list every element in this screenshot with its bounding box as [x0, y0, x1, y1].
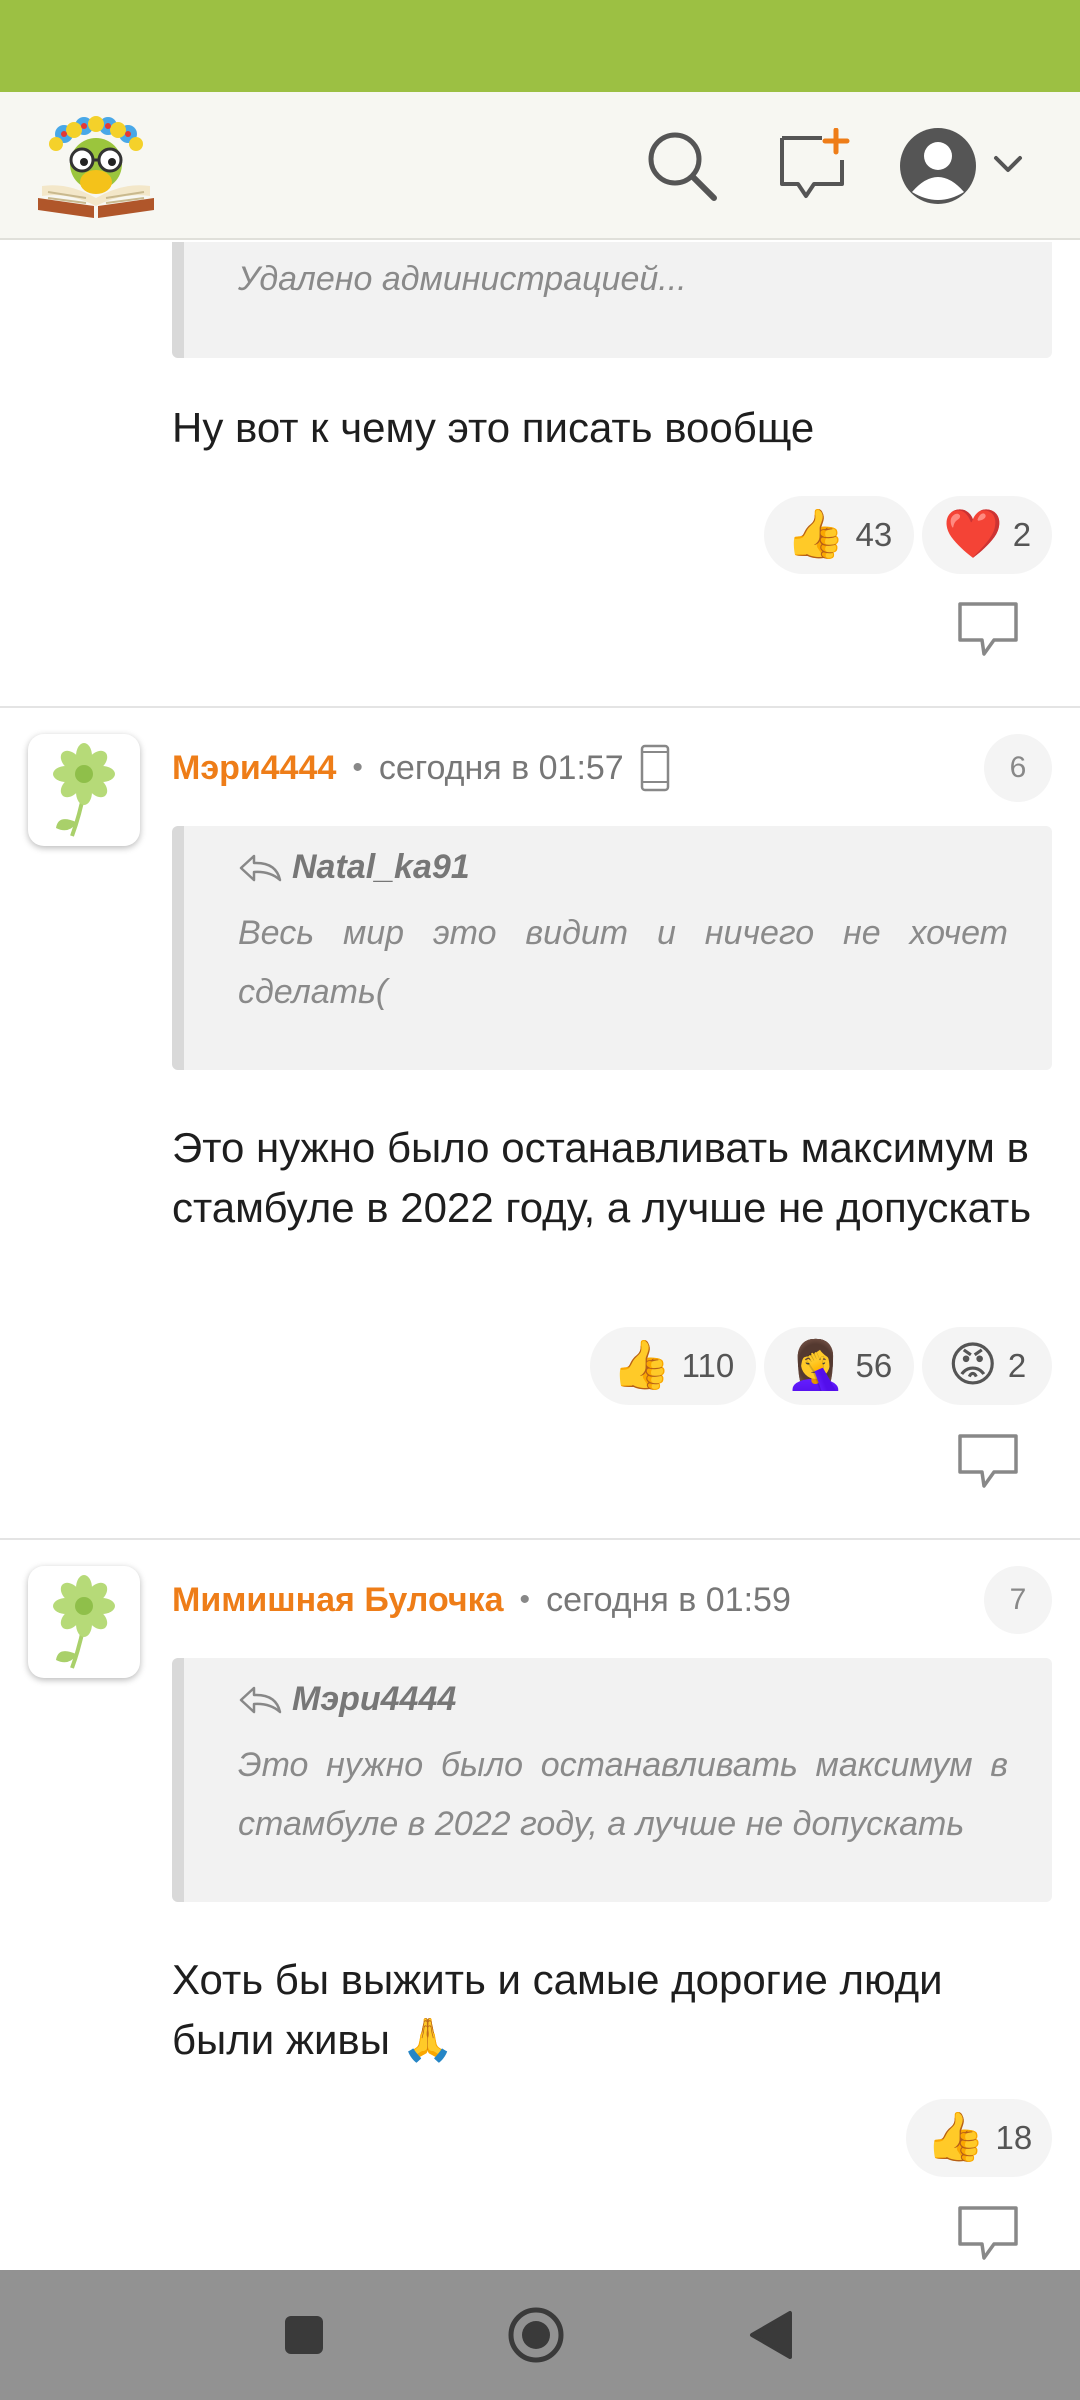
user-menu-button[interactable]	[898, 126, 1038, 206]
home-icon[interactable]	[496, 2295, 576, 2375]
reaction-heart[interactable]: ❤️ 2	[922, 496, 1052, 574]
divider	[0, 706, 1080, 708]
comment-number[interactable]: 7	[984, 1566, 1052, 1634]
thumbs-up-icon: 👍	[785, 508, 846, 561]
comment-text: Это нужно было останавливать максимум в …	[172, 1124, 1032, 1231]
new-message-icon[interactable]	[774, 126, 854, 206]
quote-text: Удалено администрацией...	[238, 260, 687, 298]
system-navigation-bar	[0, 2270, 1080, 2400]
reply-arrow-icon	[239, 854, 282, 881]
quote-text: Это нужно было останавливать максимум в …	[238, 1746, 1008, 1843]
divider	[0, 1538, 1080, 1540]
reaction-angry[interactable]: 😡 2	[922, 1327, 1052, 1405]
comment-meta: Мэри4444 • сегодня в 01:57	[172, 738, 670, 798]
reply-icon[interactable]	[956, 1432, 1020, 1492]
author-name[interactable]: Мэри4444	[172, 749, 336, 788]
reaction-count: 2	[1012, 516, 1032, 553]
quote-author: Natal_ka91	[238, 848, 470, 887]
mobile-device-icon	[640, 744, 670, 792]
status-bar	[0, 0, 1080, 92]
reaction-count: 43	[855, 516, 893, 553]
separator: •	[519, 1583, 531, 1616]
recent-apps-icon[interactable]	[264, 2295, 344, 2375]
search-icon[interactable]	[642, 126, 722, 206]
app-header	[0, 92, 1080, 240]
reply-icon[interactable]	[956, 2204, 1020, 2264]
comments-feed[interactable]: Удалено администрацией... Ну вот к чему …	[0, 242, 1080, 2270]
reply-icon[interactable]	[956, 600, 1020, 660]
thumbs-up-icon: 👍	[611, 1339, 672, 1392]
author-name[interactable]: Мимишная Булочка	[172, 1581, 504, 1620]
reply-quote: Мэри4444 Это нужно было останавливать ма…	[172, 1658, 1052, 1902]
reply-arrow-icon	[239, 1686, 282, 1713]
separator: •	[352, 751, 363, 784]
quote-author-name: Мэри4444	[292, 1680, 457, 1718]
reaction-thumbs-up[interactable]: 👍 110	[590, 1327, 756, 1405]
comment-meta: Мимишная Булочка • сегодня в 01:59	[172, 1570, 791, 1630]
comment-text: Хоть бы выжить и самые дорогие люди были…	[172, 1956, 943, 2063]
site-logo[interactable]	[34, 106, 158, 222]
reaction-count: 2	[1007, 1347, 1027, 1384]
reply-quote: Удалено администрацией...	[172, 242, 1052, 358]
heart-icon: ❤️	[942, 508, 1003, 561]
comment-number[interactable]: 6	[984, 734, 1052, 802]
quote-author-name: Natal_ka91	[292, 848, 470, 886]
quote-author: Мэри4444	[238, 1680, 456, 1719]
quote-text: Весь мир это видит и ничего не хочет сде…	[238, 914, 1008, 1011]
comment-text: Ну вот к чему это писать вообще	[172, 404, 815, 451]
reaction-count: 56	[855, 1347, 893, 1384]
reply-quote: Natal_ka91 Весь мир это видит и ничего н…	[172, 826, 1052, 1070]
reaction-thumbs-up[interactable]: 👍 43	[764, 496, 914, 574]
reaction-thumbs-up[interactable]: 👍 18	[906, 2099, 1052, 2177]
facepalm-icon: 🤦‍♀️	[785, 1339, 846, 1392]
avatar[interactable]	[28, 734, 140, 846]
back-icon[interactable]	[730, 2295, 810, 2375]
thumbs-up-icon: 👍	[925, 2111, 986, 2164]
reaction-facepalm[interactable]: 🤦‍♀️ 56	[764, 1327, 914, 1405]
comment-time: сегодня в 01:57	[378, 748, 624, 787]
reaction-count: 110	[681, 1347, 735, 1384]
avatar[interactable]	[28, 1566, 140, 1678]
reaction-count: 18	[995, 2119, 1033, 2156]
comment-time: сегодня в 01:59	[546, 1580, 791, 1619]
angry-face-icon: 😡	[947, 1339, 998, 1392]
